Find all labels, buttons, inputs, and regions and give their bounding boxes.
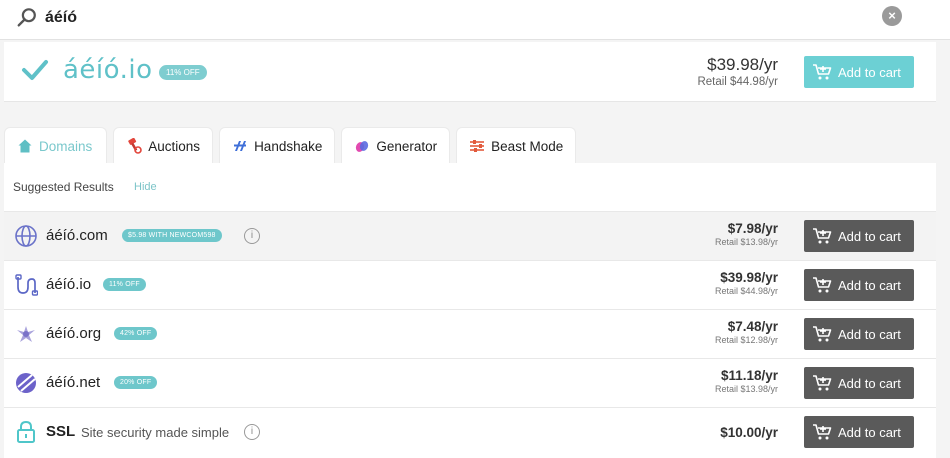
price-block: $7.98/yr Retail $13.98/yr: [715, 221, 778, 247]
retail-price: Retail $44.98/yr: [697, 76, 778, 88]
result-row-com: áéíó.com $5.98 WITH NEWCOM598 i $7.98/yr…: [4, 211, 936, 260]
tab-handshake[interactable]: Handshake: [219, 127, 336, 164]
result-row-ssl: SSL Site security made simple i $10.00/y…: [4, 407, 936, 456]
tab-label: Beast Mode: [491, 138, 564, 154]
tab-beast-mode[interactable]: Beast Mode: [456, 127, 577, 164]
tab-label: Domains: [39, 138, 93, 154]
tab-label: Auctions: [148, 138, 201, 154]
result-row-net: áéíó.net 20% OFF $11.18/yr Retail $13.98…: [4, 358, 936, 407]
price-value: $7.48/yr: [727, 319, 778, 334]
results-panel: Suggested Results Hide áéíó.com $5.98 WI…: [4, 163, 936, 458]
top-domain-name: áéíó.io: [63, 55, 153, 85]
tab-auctions[interactable]: Auctions: [113, 127, 214, 164]
top-result-card: áéíó.io 11% OFF $39.98/yr Retail $44.98/…: [4, 42, 936, 102]
result-row-io: áéíó.io 11% OFF $39.98/yr Retail $44.98/…: [4, 260, 936, 309]
cart-icon: [813, 424, 832, 440]
price-value: $7.98/yr: [727, 221, 778, 236]
retail-price: Retail $13.98/yr: [714, 384, 778, 394]
lock-icon: [17, 420, 35, 443]
add-to-cart-button[interactable]: Add to cart: [804, 416, 914, 448]
price-value: $39.98/yr: [720, 270, 778, 285]
retail-price: Retail $12.98/yr: [714, 335, 778, 345]
add-to-cart-button[interactable]: Add to cart: [804, 56, 914, 88]
result-row-org: áéíó.org 42% OFF $7.48/yr Retail $12.98/…: [4, 309, 936, 358]
cart-icon: [813, 326, 832, 342]
add-to-cart-label: Add to cart: [838, 424, 901, 440]
globe-icon: [15, 225, 37, 247]
suggested-results-heading: Suggested Results: [13, 180, 114, 194]
tab-domains[interactable]: Domains: [4, 127, 108, 164]
discount-badge: 20% OFF: [114, 376, 158, 389]
tab-label: Handshake: [254, 138, 323, 154]
tab-generator[interactable]: Generator: [341, 127, 451, 164]
price-value: $11.18/yr: [720, 368, 778, 383]
add-to-cart-label: Add to cart: [838, 326, 901, 342]
check-icon: [22, 60, 48, 80]
org-icon: [17, 326, 35, 342]
retail-price: Retail $13.98/yr: [714, 237, 778, 247]
add-to-cart-button[interactable]: Add to cart: [804, 318, 914, 350]
add-to-cart-label: Add to cart: [838, 228, 901, 244]
domain-name[interactable]: áéíó.net: [46, 374, 100, 391]
generator-icon: [356, 141, 369, 152]
price-value: $10.00/yr: [720, 425, 778, 440]
domain-name[interactable]: áéíó.io: [46, 276, 91, 293]
search-icon: [17, 8, 36, 27]
house-icon: [18, 139, 32, 153]
domain-name[interactable]: áéíó.com: [46, 227, 108, 244]
cart-icon: [813, 375, 832, 391]
cart-icon: [813, 228, 832, 244]
price-block: $11.18/yr Retail $13.98/yr: [715, 368, 778, 394]
ssl-label: SSL: [46, 423, 76, 440]
price-value: $39.98/yr: [707, 55, 778, 74]
search-input[interactable]: [45, 6, 845, 30]
add-to-cart-label: Add to cart: [838, 375, 901, 391]
add-to-cart-button[interactable]: Add to cart: [804, 269, 914, 301]
price-block: $10.00/yr: [720, 425, 778, 440]
handshake-icon: [234, 141, 247, 151]
ssl-description: Site security made simple: [81, 425, 230, 440]
io-icon: [15, 274, 38, 296]
hide-link[interactable]: Hide: [134, 181, 157, 193]
tab-label: Generator: [376, 138, 438, 154]
info-icon[interactable]: i: [244, 424, 260, 440]
price-block: $39.98/yr Retail $44.98/yr: [715, 270, 778, 296]
net-icon: [16, 373, 36, 393]
sliders-icon: [470, 140, 485, 152]
promo-badge: $5.98 WITH NEWCOM598: [122, 229, 222, 242]
clear-icon[interactable]: ×: [882, 6, 902, 26]
discount-badge: 11% OFF: [103, 278, 146, 291]
discount-badge: 11% OFF: [159, 65, 207, 80]
top-price: $39.98/yr Retail $44.98/yr: [697, 55, 778, 88]
info-icon[interactable]: i: [244, 228, 260, 244]
add-to-cart-button[interactable]: Add to cart: [804, 367, 914, 399]
cart-icon: [813, 64, 832, 80]
add-to-cart-label: Add to cart: [838, 277, 901, 293]
cart-icon: [813, 277, 832, 293]
price-block: $7.48/yr Retail $12.98/yr: [715, 319, 778, 345]
auction-icon: [128, 138, 143, 154]
tab-bar: Domains Auctions Handshake Generator Bea…: [4, 127, 577, 164]
add-to-cart-button[interactable]: Add to cart: [804, 220, 914, 252]
domain-name[interactable]: áéíó.org: [46, 325, 101, 342]
search-bar: ×: [0, 0, 950, 40]
retail-price: Retail $44.98/yr: [714, 286, 778, 296]
add-to-cart-label: Add to cart: [838, 64, 901, 80]
discount-badge: 42% OFF: [114, 327, 158, 340]
